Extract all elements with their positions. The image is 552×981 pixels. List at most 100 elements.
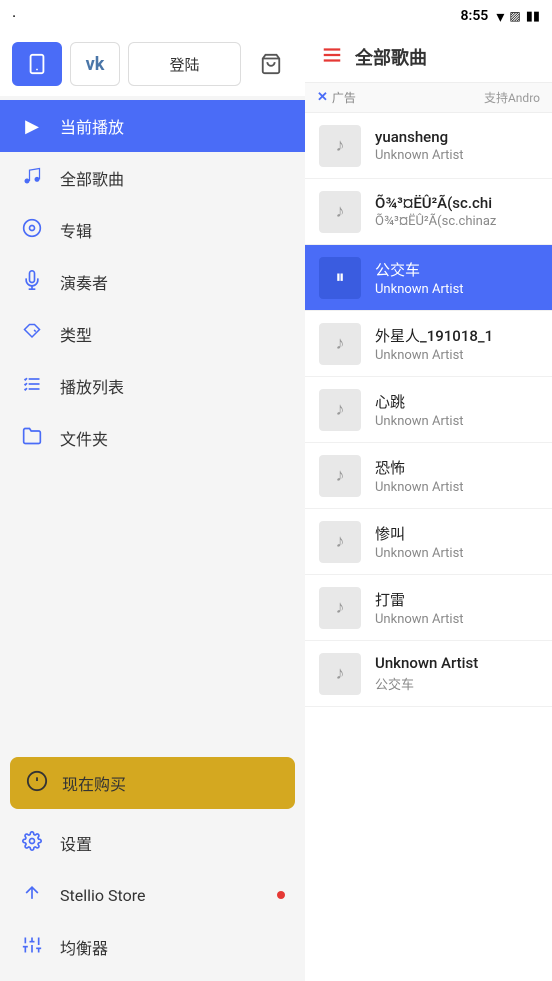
stellio-notification-dot <box>277 891 285 899</box>
song-item-7[interactable]: ♪ 惨叫 Unknown Artist <box>305 509 552 575</box>
login-button[interactable]: 登陆 <box>128 42 241 86</box>
song-artist-1: Unknown Artist <box>375 148 538 163</box>
settings-label: 设置 <box>60 831 92 855</box>
music-note-icon: ♪ <box>336 135 345 156</box>
song-icon-2: ♪ <box>319 191 361 233</box>
battery-icon: ▮▮ <box>526 9 540 24</box>
song-artist-7: Unknown Artist <box>375 546 538 561</box>
hamburger-button[interactable] <box>321 44 343 70</box>
device-button[interactable] <box>12 42 62 86</box>
song-info-6: 恐怖 Unknown Artist <box>375 457 538 495</box>
song-info-8: 打雷 Unknown Artist <box>375 589 538 627</box>
sidebar-item-stellio-store[interactable]: Stellio Store <box>0 869 305 921</box>
song-info-4: 外星人_191018_1 Unknown Artist <box>375 325 538 363</box>
song-item-3[interactable]: ⏸ 公交车 Unknown Artist <box>305 245 552 311</box>
main-header: 全部歌曲 <box>305 32 552 83</box>
sidebar-item-albums[interactable]: 专辑 <box>0 204 305 256</box>
song-title-5: 心跳 <box>375 391 538 412</box>
album-icon <box>20 218 44 243</box>
nav-label-playlists: 播放列表 <box>60 374 124 398</box>
wifi-icon: ▾ <box>496 7 504 26</box>
status-icons: ▾ ▨ ▮▮ <box>496 7 540 26</box>
nav-label-genres: 类型 <box>60 322 92 346</box>
login-label: 登陆 <box>169 54 199 75</box>
music-note-icon: ♪ <box>336 597 345 618</box>
song-icon-3: ⏸ <box>319 257 361 299</box>
song-title-8: 打雷 <box>375 589 538 610</box>
song-info-1: yuansheng Unknown Artist <box>375 128 538 163</box>
sidebar-nav: ▶ 当前播放 全部歌曲 <box>0 96 305 749</box>
nav-label-folders: 文件夹 <box>60 426 108 450</box>
song-artist-9: 公交车 <box>375 674 538 693</box>
song-item-9[interactable]: ♪ Unknown Artist 公交车 <box>305 641 552 707</box>
sidebar-top: vk 登陆 <box>0 32 305 96</box>
page-title: 全部歌曲 <box>355 44 427 70</box>
sidebar-item-settings[interactable]: 设置 <box>0 817 305 869</box>
ad-close-icon[interactable]: ✕ <box>317 90 328 105</box>
guitar-icon <box>20 322 44 347</box>
sidebar-item-now-playing[interactable]: ▶ 当前播放 <box>0 100 305 152</box>
sidebar-item-folders[interactable]: 文件夹 <box>0 412 305 464</box>
ad-bar: ✕ 广告 支持Andro <box>305 83 552 113</box>
sidebar-bottom: 设置 Stellio Store <box>0 817 305 981</box>
main-content: 全部歌曲 ✕ 广告 支持Andro ♪ yuansheng Unknown Ar… <box>305 32 552 981</box>
nav-label-albums: 专辑 <box>60 218 92 242</box>
status-time: 8:55 <box>461 8 489 24</box>
equalizer-label: 均衡器 <box>60 935 108 959</box>
ad-label: 广告 <box>332 89 480 106</box>
music-note-icon: ♪ <box>336 201 345 222</box>
song-icon-9: ♪ <box>319 653 361 695</box>
song-item-5[interactable]: ♪ 心跳 Unknown Artist <box>305 377 552 443</box>
song-title-3: 公交车 <box>375 259 538 280</box>
song-artist-6: Unknown Artist <box>375 480 538 495</box>
playlist-icon <box>20 374 44 399</box>
vk-button[interactable]: vk <box>70 42 120 86</box>
song-icon-8: ♪ <box>319 587 361 629</box>
status-bar: · 8:55 ▾ ▨ ▮▮ <box>0 0 552 32</box>
pause-icon: ⏸ <box>336 267 345 288</box>
buy-now-banner[interactable]: 现在购买 <box>10 757 295 809</box>
music-icon <box>20 166 44 191</box>
song-item-4[interactable]: ♪ 外星人_191018_1 Unknown Artist <box>305 311 552 377</box>
song-artist-5: Unknown Artist <box>375 414 538 429</box>
mic-icon <box>20 270 44 295</box>
sidebar-item-genres[interactable]: 类型 <box>0 308 305 360</box>
song-title-1: yuansheng <box>375 128 538 146</box>
nav-label-all-songs: 全部歌曲 <box>60 166 124 190</box>
vk-label: vk <box>86 54 105 75</box>
sidebar-item-playlists[interactable]: 播放列表 <box>0 360 305 412</box>
sidebar-item-equalizer[interactable]: 均衡器 <box>0 921 305 973</box>
store-icon <box>20 883 44 908</box>
music-note-icon: ♪ <box>336 399 345 420</box>
music-note-icon: ♪ <box>336 663 345 684</box>
song-item-6[interactable]: ♪ 恐怖 Unknown Artist <box>305 443 552 509</box>
cart-button[interactable] <box>249 42 293 86</box>
song-icon-7: ♪ <box>319 521 361 563</box>
song-icon-5: ♪ <box>319 389 361 431</box>
song-icon-1: ♪ <box>319 125 361 167</box>
nav-label-artists: 演奏者 <box>60 270 108 294</box>
buy-icon <box>26 770 48 797</box>
song-item-1[interactable]: ♪ yuansheng Unknown Artist <box>305 113 552 179</box>
song-title-4: 外星人_191018_1 <box>375 325 538 346</box>
song-title-9: Unknown Artist <box>375 654 538 672</box>
settings-icon <box>20 831 44 856</box>
ad-right-text: 支持Andro <box>484 89 540 106</box>
equalizer-icon <box>20 935 44 960</box>
song-icon-6: ♪ <box>319 455 361 497</box>
song-artist-3: Unknown Artist <box>375 282 538 297</box>
song-info-5: 心跳 Unknown Artist <box>375 391 538 429</box>
song-info-7: 惨叫 Unknown Artist <box>375 523 538 561</box>
song-item-8[interactable]: ♪ 打雷 Unknown Artist <box>305 575 552 641</box>
buy-label: 现在购买 <box>62 771 126 795</box>
song-artist-2: Õ¾³¤ËÛ²Ã(sc.chinaz <box>375 214 538 229</box>
sidebar-item-artists[interactable]: 演奏者 <box>0 256 305 308</box>
play-icon: ▶ <box>20 116 44 137</box>
song-title-6: 恐怖 <box>375 457 538 478</box>
song-icon-4: ♪ <box>319 323 361 365</box>
music-note-icon: ♪ <box>336 333 345 354</box>
song-item-2[interactable]: ♪ Õ¾³¤ËÛ²Ã(sc.chi Õ¾³¤ËÛ²Ã(sc.chinaz <box>305 179 552 245</box>
sidebar-item-all-songs[interactable]: 全部歌曲 <box>0 152 305 204</box>
folder-icon <box>20 426 44 451</box>
song-info-2: Õ¾³¤ËÛ²Ã(sc.chi Õ¾³¤ËÛ²Ã(sc.chinaz <box>375 194 538 229</box>
